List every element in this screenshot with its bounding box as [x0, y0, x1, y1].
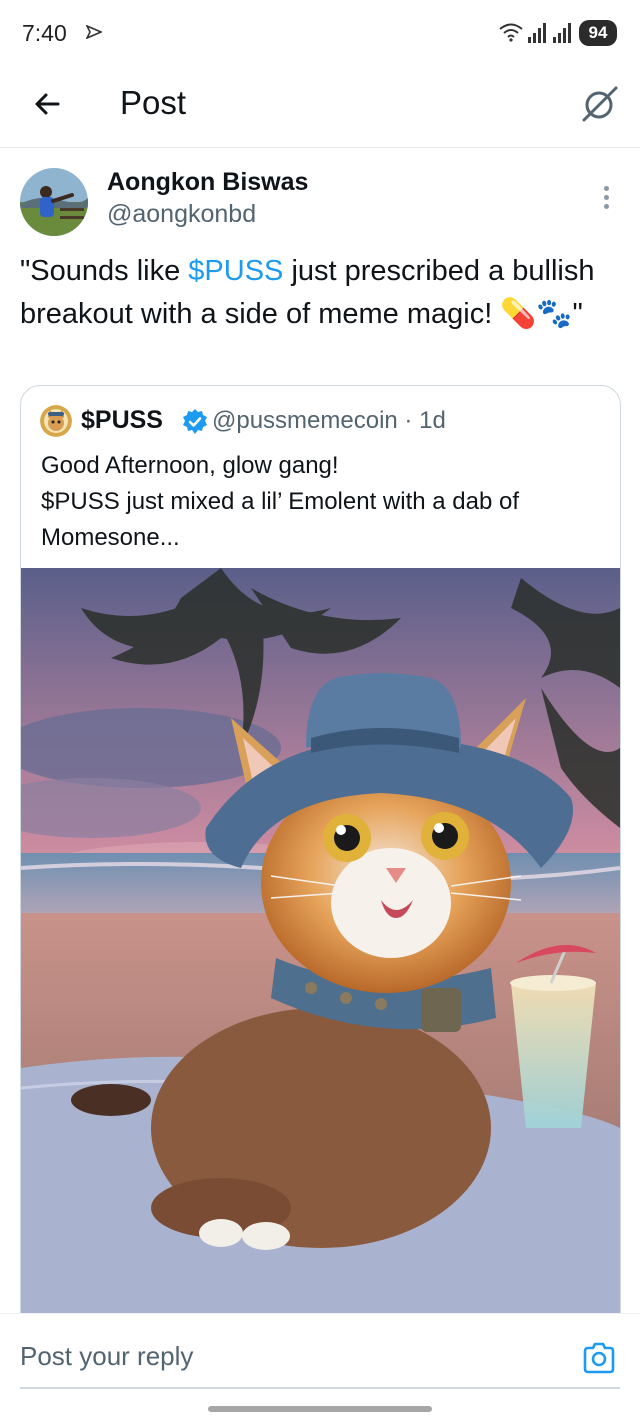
post-text-prefix: "Sounds like [20, 255, 189, 287]
signal-icon [528, 23, 546, 43]
quoted-text-line: Good Afternoon, glow gang! [41, 452, 339, 479]
signal-icon [553, 23, 571, 43]
status-bar: 7:40 94 [0, 0, 640, 66]
home-indicator[interactable] [208, 1406, 432, 1412]
more-options-icon[interactable] [596, 182, 616, 212]
camera-icon[interactable] [582, 1341, 616, 1375]
quoted-avatar [40, 405, 72, 437]
verified-badge-icon [183, 409, 207, 434]
reply-divider [20, 1387, 620, 1389]
reply-input[interactable]: Post your reply [20, 1341, 540, 1381]
reply-bar: Post your reply [0, 1313, 640, 1422]
wifi-icon [499, 23, 523, 42]
post-text: "Sounds like $PUSS just prescribed a bul… [20, 250, 620, 336]
navigation-arrow-icon [86, 25, 102, 39]
quoted-text-line: Momesone... [41, 524, 180, 551]
page-title: Post [120, 84, 187, 121]
author-handle[interactable]: @aongkonbd [107, 200, 256, 229]
cashtag-link[interactable]: $PUSS [188, 255, 283, 287]
author-name[interactable]: Aongkon Biswas [107, 168, 308, 197]
quoted-author-name: $PUSS [81, 406, 163, 434]
grok-icon[interactable] [578, 82, 622, 126]
avatar[interactable] [20, 168, 88, 236]
quoted-post-card[interactable]: $PUSS @pussmemecoin · 1d Good Afternoon,… [20, 385, 621, 1345]
battery-icon: 94 [579, 20, 617, 46]
top-app-bar: Post [0, 66, 640, 148]
quoted-text-line: $PUSS just mixed a lil’ Emolent with a d… [41, 488, 519, 515]
status-time: 7:40 [22, 20, 67, 46]
quoted-handle-time: @pussmemecoin · 1d [212, 407, 446, 434]
arrow-left-icon[interactable] [28, 84, 68, 124]
quoted-text: Good Afternoon, glow gang! $PUSS just mi… [41, 448, 611, 556]
cat-beach-image[interactable] [21, 568, 620, 1345]
